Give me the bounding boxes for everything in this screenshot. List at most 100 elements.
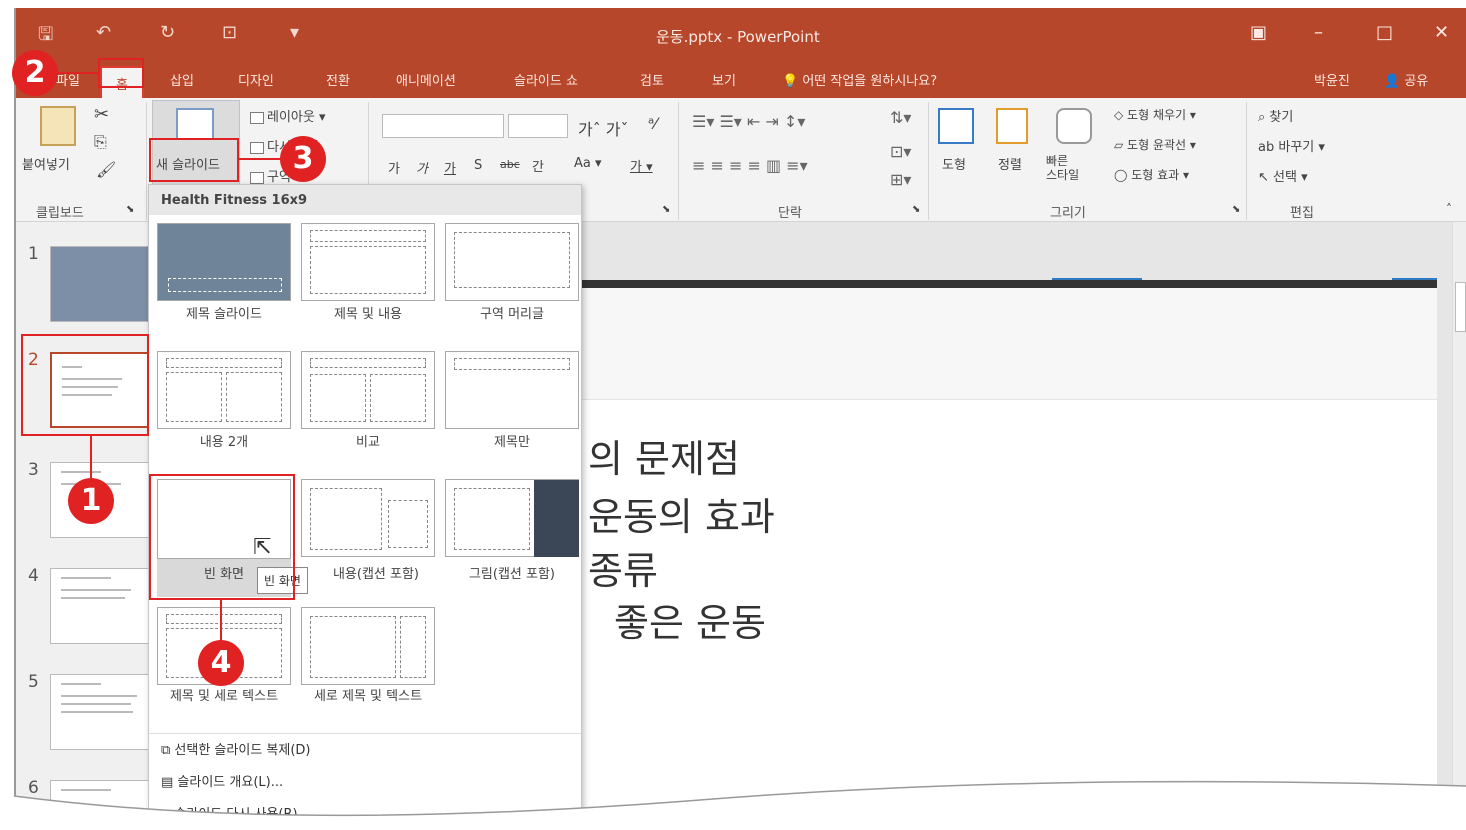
strike-button[interactable]: abc <box>500 158 520 171</box>
duplicate-label: 선택한 슬라이드 복제(D) <box>174 743 311 758</box>
layout-label: 제목 및 세로 텍스트 <box>169 689 279 704</box>
divider <box>1246 102 1247 220</box>
font-name-combo[interactable] <box>382 114 504 138</box>
clear-format-icon[interactable]: ᵃ⁄ <box>648 114 657 133</box>
new-slide-icon[interactable] <box>176 108 214 140</box>
format-painter-icon[interactable]: 🖌 <box>96 160 116 179</box>
font-color-button[interactable]: 가 ▾ <box>630 156 653 175</box>
change-case-button[interactable]: Aa ▾ <box>574 156 602 171</box>
shapes-icon[interactable] <box>938 108 974 144</box>
share-button[interactable]: 👤 공유 <box>1384 70 1428 89</box>
slide-bullet[interactable]: 운동의 효과 <box>588 486 775 541</box>
layout-title-slide[interactable] <box>157 223 291 301</box>
bullets-icon[interactable]: ☰▾ ☰▾ ⇤ ⇥ ↕▾ <box>692 112 805 131</box>
bold-button[interactable]: 가 <box>388 158 400 177</box>
grow-font-icon[interactable]: 가ˆ 가ˇ <box>578 116 629 140</box>
layout-label: 제목 슬라이드 <box>186 307 262 322</box>
drawing-launcher-icon[interactable]: ⬊ <box>1232 204 1240 215</box>
paste-icon[interactable] <box>40 106 76 146</box>
layout-two-content[interactable] <box>157 351 291 429</box>
slide-bullet[interactable]: 좋은 운동 <box>614 592 766 647</box>
layout-label: 레이아웃 <box>267 110 315 125</box>
current-slide[interactable]: 의 문제점 운동의 효과 종류 좋은 운동 <box>582 280 1437 830</box>
select-button[interactable]: ↖ 선택 ▾ <box>1258 166 1308 185</box>
layout-comparison[interactable] <box>301 351 435 429</box>
placeholder <box>454 358 570 370</box>
callout-4: 4 <box>198 640 244 686</box>
tab-slideshow[interactable]: 슬라이드 쇼 <box>514 70 578 89</box>
underline-button[interactable]: 가 <box>444 158 456 177</box>
tab-transitions[interactable]: 전환 <box>326 70 350 89</box>
slide-thumbnail[interactable] <box>50 674 150 750</box>
paragraph-launcher-icon[interactable]: ⬊ <box>912 204 920 215</box>
quick-styles-icon[interactable] <box>1056 108 1092 144</box>
callout-line <box>239 158 281 160</box>
layout-picture-caption[interactable] <box>445 479 579 557</box>
tab-review[interactable]: 검토 <box>640 70 664 89</box>
layout-content-caption[interactable] <box>301 479 435 557</box>
divider <box>146 102 147 220</box>
tab-animations[interactable]: 애니메이션 <box>396 70 456 89</box>
font-launcher-icon[interactable]: ⬊ <box>662 204 670 215</box>
ribbon-options-icon[interactable]: ▣ <box>1250 22 1267 43</box>
reset-icon <box>250 141 264 154</box>
duplicate-slides-item[interactable]: ⧉ 선택한 슬라이드 복제(D) <box>161 739 310 758</box>
thumb-line <box>61 577 111 579</box>
italic-button[interactable]: 가 <box>416 158 428 177</box>
slide-bullet[interactable]: 의 문제점 <box>588 428 740 483</box>
shapes-button[interactable]: 도형 <box>942 154 966 173</box>
close-button[interactable]: ✕ <box>1434 22 1449 43</box>
redo-icon[interactable]: ↻ <box>160 22 175 43</box>
collapse-ribbon-icon[interactable]: ˄ <box>1446 202 1452 216</box>
cut-icon[interactable]: ✂ <box>94 104 109 125</box>
slide-bullet[interactable]: 종류 <box>588 540 658 595</box>
shape-fill-button[interactable]: ◇ 도형 채우기 ▾ <box>1114 106 1196 123</box>
text-direction-icon[interactable]: ⇅▾ <box>890 108 911 127</box>
replace-icon: ab <box>1258 140 1279 155</box>
slide-thumbnail[interactable] <box>50 246 150 322</box>
layout-vertical-title-text[interactable] <box>301 607 435 685</box>
layout-title-only[interactable] <box>445 351 579 429</box>
slide-title-area[interactable] <box>582 288 1437 400</box>
callout-line <box>56 72 98 74</box>
save-icon[interactable]: 🖫 <box>38 22 53 52</box>
tab-insert[interactable]: 삽입 <box>170 70 194 89</box>
arrange-button[interactable]: 정렬 <box>998 154 1022 173</box>
copy-icon[interactable]: ⎘ <box>94 132 107 152</box>
layout-button[interactable]: 레이아웃 ▾ <box>250 106 326 125</box>
callout-2: 2 <box>12 50 58 96</box>
maximize-button[interactable]: □ <box>1376 22 1393 43</box>
arrange-icon[interactable] <box>996 108 1028 144</box>
minimize-button[interactable]: – <box>1314 22 1323 43</box>
find-button[interactable]: ⌕ 찾기 <box>1258 106 1293 125</box>
layout-label: 제목만 <box>494 435 530 450</box>
undo-icon[interactable]: ↶ <box>96 22 111 43</box>
layout-title-content[interactable] <box>301 223 435 301</box>
torn-edge-decoration <box>0 780 1466 830</box>
user-name[interactable]: 박윤진 <box>1314 70 1350 89</box>
layout-section-header[interactable] <box>445 223 579 301</box>
align-text-icon[interactable]: ⊡▾ <box>890 142 911 161</box>
tell-me-box[interactable]: 💡 어떤 작업을 원하시나요? <box>782 70 937 89</box>
replace-button[interactable]: ab 바꾸기 ▾ <box>1258 136 1325 155</box>
quick-styles-button[interactable]: 빠른 스타일 <box>1046 154 1079 182</box>
scrollbar-thumb[interactable] <box>1455 282 1466 332</box>
slide-thumbnail-pane: 1 2 3 4 5 6 <box>16 222 150 830</box>
vertical-scrollbar[interactable] <box>1452 222 1466 830</box>
clipboard-launcher-icon[interactable]: ⬊ <box>126 204 134 215</box>
align-icons[interactable]: ≡ ≡ ≡ ≡ ▥ ≡▾ <box>692 156 808 175</box>
layout-label: 그림(캡션 포함) <box>468 567 556 582</box>
smartart-icon[interactable]: ⊞▾ <box>890 170 911 189</box>
paste-button[interactable]: 붙여넣기 <box>22 154 70 173</box>
slide-thumbnail[interactable] <box>50 568 150 644</box>
char-spacing-button[interactable]: 간 <box>532 156 544 175</box>
shape-outline-button[interactable]: ▱ 도형 윤곽선 ▾ <box>1114 136 1196 153</box>
slide-editing-area[interactable]: 의 문제점 운동의 효과 종류 좋은 운동 <box>582 222 1466 830</box>
shape-effects-button[interactable]: ◯ 도형 효과 ▾ <box>1114 166 1189 183</box>
font-size-combo[interactable] <box>508 114 568 138</box>
tab-design[interactable]: 디자인 <box>238 70 274 89</box>
tab-view[interactable]: 보기 <box>712 70 736 89</box>
shadow-button[interactable]: S <box>474 158 482 173</box>
present-icon[interactable]: ⊡ <box>222 22 237 43</box>
customize-qa-icon[interactable]: ▾ <box>290 22 299 43</box>
